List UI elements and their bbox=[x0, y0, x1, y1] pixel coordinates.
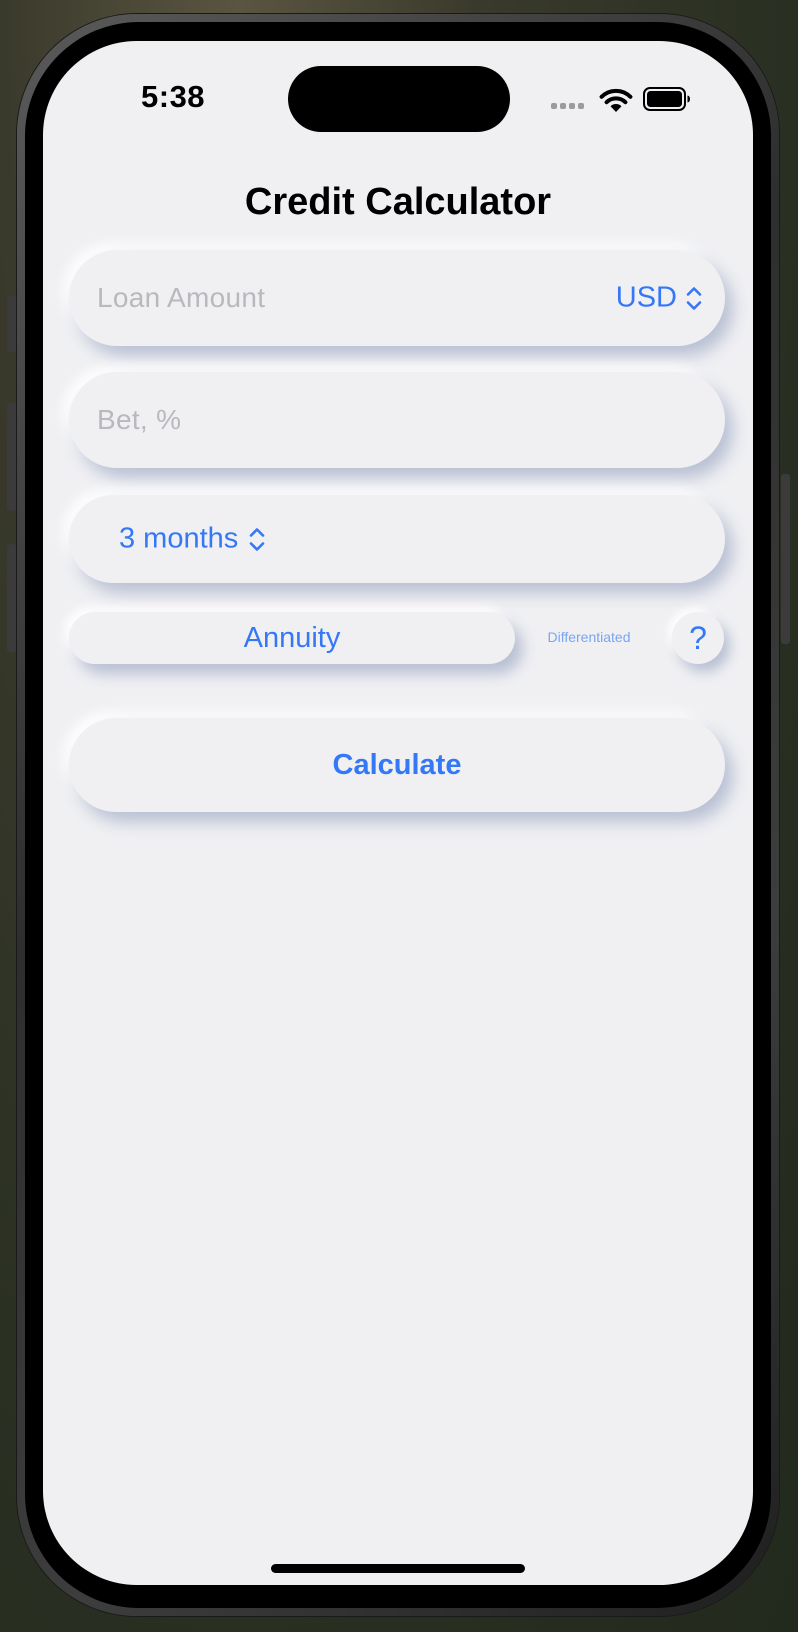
wifi-icon bbox=[599, 88, 633, 112]
chevron-up-down-icon bbox=[249, 527, 265, 551]
signal-dots-icon bbox=[551, 103, 584, 109]
rate-field[interactable]: Bet, % bbox=[69, 372, 725, 468]
calculate-button[interactable]: Calculate bbox=[69, 718, 725, 812]
app-screen: 5:38 Credit Calculator Loan Amount USD B… bbox=[43, 41, 753, 1585]
term-selector[interactable]: 3 months bbox=[119, 523, 266, 556]
status-time: 5:38 bbox=[141, 79, 206, 114]
power-button bbox=[781, 474, 790, 644]
page-title: Credit Calculator bbox=[244, 181, 552, 223]
currency-picker[interactable]: USD bbox=[616, 282, 703, 315]
home-indicator bbox=[271, 1564, 525, 1573]
dynamic-island bbox=[288, 66, 510, 132]
term-value: 3 months bbox=[119, 522, 239, 555]
battery-icon bbox=[643, 87, 690, 111]
term-picker[interactable]: 3 months bbox=[69, 495, 725, 583]
loan-amount-field[interactable]: Loan Amount USD bbox=[69, 250, 725, 346]
volume-down-button bbox=[7, 544, 16, 652]
volume-up-button bbox=[7, 403, 16, 511]
rate-placeholder: Bet, % bbox=[97, 404, 182, 435]
loan-amount-placeholder: Loan Amount bbox=[97, 282, 266, 313]
action-button bbox=[7, 296, 16, 352]
differentiated-option[interactable]: Differentiated bbox=[529, 629, 649, 645]
chevron-up-down-icon bbox=[686, 286, 702, 310]
annuity-option[interactable]: Annuity bbox=[69, 612, 515, 664]
help-button[interactable]: ? bbox=[672, 612, 724, 664]
currency-value: USD bbox=[615, 281, 677, 314]
